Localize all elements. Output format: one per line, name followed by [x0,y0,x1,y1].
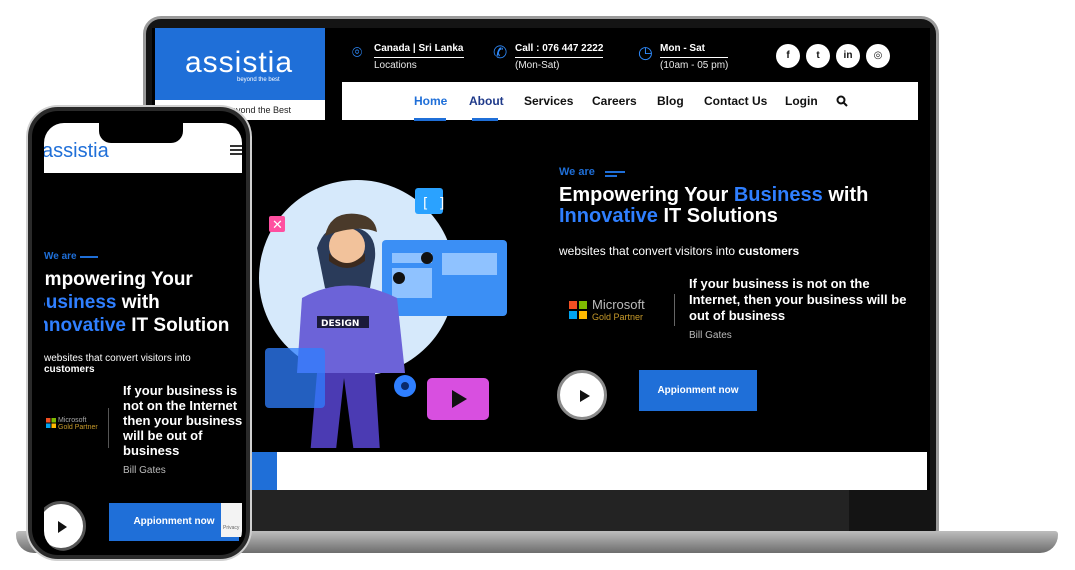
partner-level: Gold Partner [592,312,644,322]
hero-title-highlight: Business [733,184,823,206]
phone-logo[interactable]: assistia [44,140,109,163]
nav-login[interactable]: Login [785,94,818,108]
laptop-screen: assistia beyond the best Beyond the Best… [152,28,930,490]
nav-blog[interactable]: Blog [657,94,684,108]
nav-contact[interactable]: Contact Us [704,94,767,108]
hours-sub: (10am - 05 pm) [660,60,729,71]
hero-title-part: IT Solutions [657,205,778,227]
hero-title-part: with [822,184,869,206]
hero-eyebrow: We are [559,166,595,178]
hero-subtitle: websites that convert visitors into cust… [559,244,799,258]
hero-title-part: Empowering Your [559,184,734,206]
twitter-icon[interactable]: t [806,44,830,68]
hero-title: Empowering Your Business with Innovative… [559,185,919,227]
phone-icon: ✆ [493,43,508,62]
phone-title-part: IT Solution [125,315,230,336]
contact-hours: ◷ Mon - Sat (10am - 05 pm) [638,41,729,73]
next-section-preview [277,452,927,490]
nav-home[interactable]: Home [414,94,447,108]
contact-location: ⌾ Canada | Sri Lanka Locations [352,41,464,73]
phone-quote-author: Bill Gates [123,465,166,476]
facebook-icon[interactable]: f [776,44,800,68]
phone-hero-title: Empowering Your Business with Innovative… [44,268,242,337]
phone-title-highlight: Innovative [44,315,126,336]
hamburger-menu-icon[interactable] [230,145,242,147]
phone-microsoft-logo-icon [46,418,56,428]
phone-partner-name: Microsoft [58,417,87,424]
nav-hover-underline [472,118,498,121]
phone-screen: assistia We are Empowering Your Business… [44,123,242,551]
logo-wordmark: assistia [185,46,294,79]
location-title: Canada | Sri Lanka [374,41,464,58]
phone-partner: Microsoft Gold Partner [58,417,98,431]
device-mockup-stage: assistia beyond the best Beyond the Best… [0,0,1075,570]
phone-hero-eyebrow: We are [44,251,77,262]
hero-quote: If your business is not on the Internet,… [689,276,907,323]
phone-sub: (Mon-Sat) [515,60,560,71]
linkedin-icon[interactable]: in [836,44,860,68]
logo-subtext: beyond the best [237,77,280,83]
laptop-keyboard-area [231,490,849,531]
eyebrow-dash-short [605,175,617,177]
phone-title-part: Empowering Your [44,269,193,290]
hero-illustration: [ ] ✕ DESIGN [259,180,507,448]
phone-notch [99,123,183,143]
nav-active-underline [414,118,446,121]
svg-text:[ ]: [ ] [421,196,446,212]
phone-appointment-button[interactable]: Appionment now [109,503,239,541]
main-nav: Home About Services Careers Blog Contact… [342,82,918,121]
phone-play-icon [58,521,67,533]
search-icon[interactable] [836,95,848,107]
nav-services[interactable]: Services [524,94,573,108]
phone-hero-subtitle: websites that convert visitors into cust… [44,353,242,375]
eyebrow-dash [605,171,625,173]
quote-divider [674,294,675,326]
instagram-icon[interactable]: ◎ [866,44,890,68]
phone-title: Call : 076 447 2222 [515,41,604,58]
partner-name: Microsoft [592,297,645,312]
play-video-button[interactable] [557,370,607,420]
hours-title: Mon - Sat [660,41,729,58]
hero-title-highlight: Innovative [559,205,658,227]
hero-subtitle-text: websites that convert visitors into [559,244,739,258]
phone-subtitle-emphasis: customers [44,364,95,375]
phone-quote-divider [108,408,109,448]
nav-careers[interactable]: Careers [592,94,637,108]
hero-subtitle-emphasis: customers [738,244,800,258]
phone-partner-level: Gold Partner [58,424,98,431]
map-pin-icon: ⌾ [352,43,363,62]
clock-icon: ◷ [638,43,653,62]
site-logo[interactable]: assistia beyond the best [155,28,325,100]
phone-title-highlight: Business [44,292,117,313]
location-sub: Locations [374,60,417,71]
phone-subtitle-text: websites that convert visitors into [44,353,191,364]
appointment-button[interactable]: Appionment now [639,370,757,411]
recaptcha-badge[interactable]: Privacy [221,503,242,537]
design-badge-text: DESIGN [321,319,359,329]
phone-play-video-button[interactable] [44,501,86,551]
nav-about[interactable]: About [469,94,504,108]
phone-frame: assistia We are Empowering Your Business… [28,107,250,559]
phone-eyebrow-dash [80,256,98,258]
play-icon [580,390,590,402]
phone-title-part: with [116,292,160,313]
quote-author: Bill Gates [689,330,732,341]
contact-phone: ✆ Call : 076 447 2222 (Mon-Sat) [493,41,604,73]
microsoft-logo-icon [569,301,587,319]
svg-text:✕: ✕ [272,218,283,233]
phone-hero-quote: If your business is not on the Internet … [123,383,242,458]
